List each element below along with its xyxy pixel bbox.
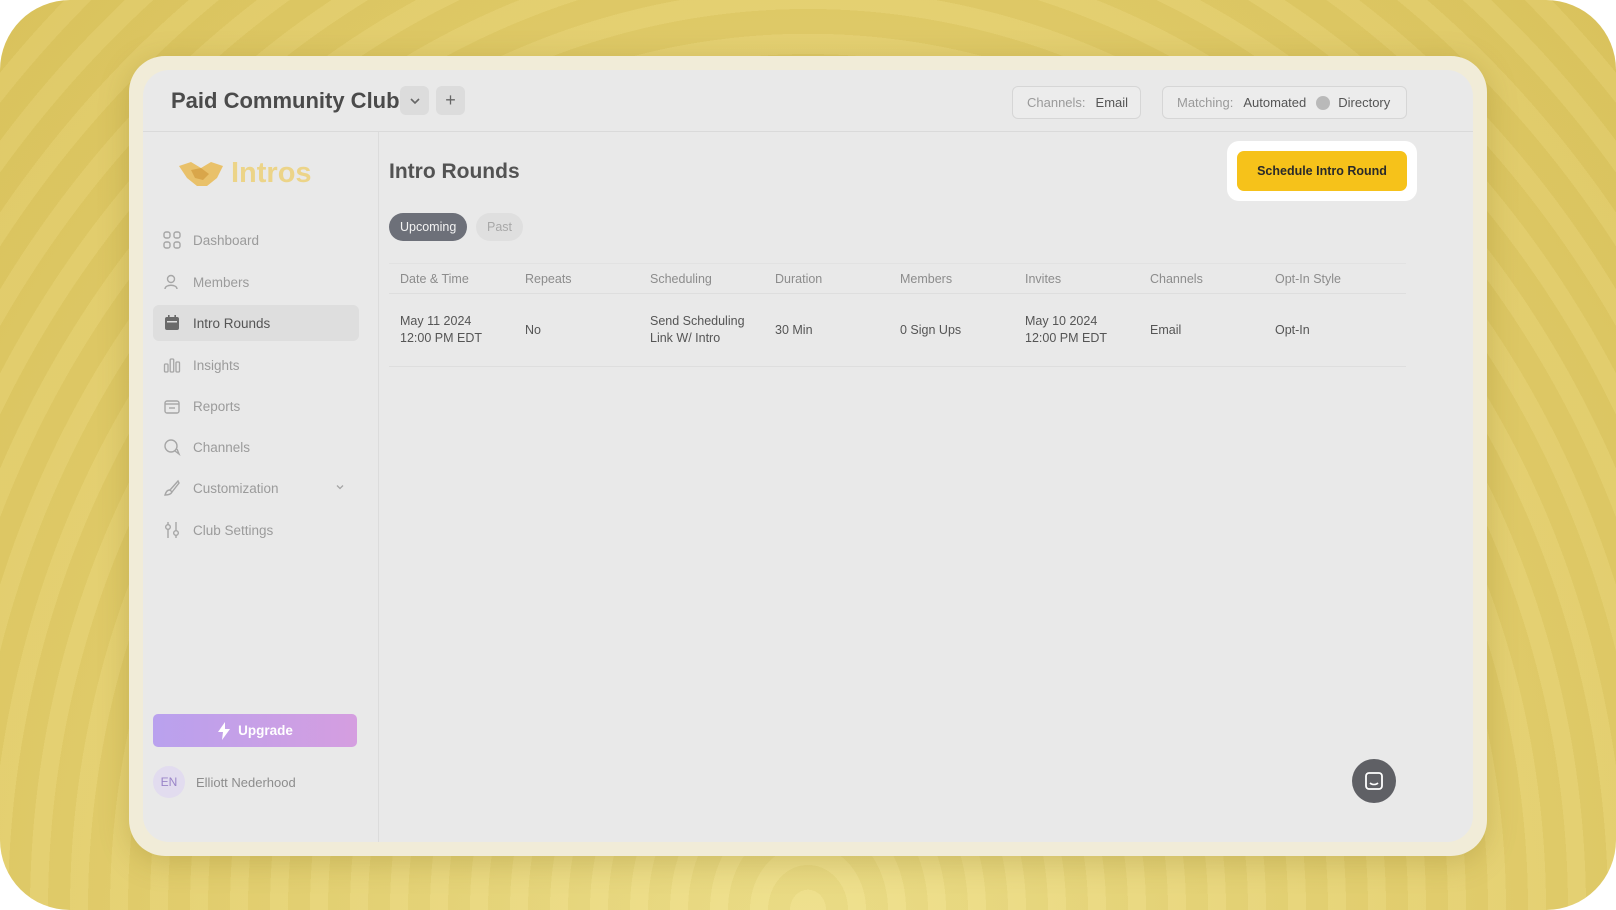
- time-line: 12:00 PM EDT: [400, 331, 482, 345]
- matching-value: Automated: [1243, 95, 1307, 110]
- handshake-icon: [179, 162, 223, 186]
- chat-launcher-button[interactable]: [1352, 759, 1396, 803]
- brush-icon: [163, 479, 181, 497]
- grid-icon: [163, 231, 181, 249]
- repeats-cell: No: [525, 322, 541, 337]
- chevron-down-icon: [335, 480, 345, 495]
- user-profile[interactable]: EN Elliott Nederhood: [153, 766, 296, 798]
- tab-past[interactable]: Past: [476, 213, 524, 241]
- channels-selector[interactable]: Channels: Email: [1012, 86, 1141, 119]
- sidebar-item-label: Club Settings: [193, 522, 274, 538]
- sidebar-item-channels[interactable]: Channels: [153, 429, 359, 465]
- sidebar-item-dashboard[interactable]: Dashboard: [153, 222, 359, 258]
- avatar: EN: [153, 766, 185, 798]
- column-header: Scheduling: [650, 271, 712, 286]
- matching-label: Matching:: [1177, 95, 1234, 110]
- members-cell: 0 Sign Ups: [900, 322, 962, 337]
- calendar-icon: [163, 314, 181, 332]
- schedule-intro-round-button[interactable]: Schedule Intro Round: [1237, 151, 1407, 191]
- invites-time-line: 12:00 PM EDT: [1025, 331, 1107, 345]
- logo-text: Intros: [231, 156, 312, 189]
- column-header: Repeats: [525, 271, 572, 286]
- date-time-cell: May 11 2024 12:00 PM EDT: [389, 313, 514, 347]
- tab-upcoming[interactable]: Upcoming: [389, 213, 468, 241]
- table-row[interactable]: May 11 2024 12:00 PM EDT No Send Schedul…: [389, 294, 1406, 367]
- invites-date-line: May 10 2024: [1025, 314, 1098, 328]
- sidebar-item-label: Customization: [193, 480, 279, 496]
- lightning-icon: [218, 721, 231, 740]
- users-icon: [163, 273, 181, 291]
- table-header: Date & Time Repeats Scheduling Duration …: [389, 263, 1406, 294]
- matching-alt-value: Directory: [1338, 95, 1391, 110]
- club-dropdown-button[interactable]: [400, 86, 429, 115]
- column-header: Channels: [1150, 271, 1203, 286]
- matching-toggle[interactable]: [1316, 95, 1331, 110]
- sidebar-item-club-settings[interactable]: Club Settings: [153, 512, 359, 548]
- chat-icon: [1365, 772, 1383, 790]
- top-bar: Paid Community Club + Channels: Email Ma…: [143, 70, 1473, 132]
- sidebar-item-members[interactable]: Members: [153, 264, 359, 300]
- sidebar-item-intro-rounds[interactable]: Intro Rounds: [153, 305, 359, 341]
- scheduling-line: Send Scheduling: [650, 314, 745, 328]
- sidebar-item-label: Intro Rounds: [193, 315, 271, 331]
- page-title: Intro Rounds: [389, 160, 520, 183]
- chevron-down-icon: [409, 97, 420, 104]
- add-club-button[interactable]: +: [436, 86, 465, 115]
- sidebar-item-label: Insights: [193, 357, 240, 373]
- optin-style-cell: Opt-In: [1275, 322, 1310, 337]
- sidebar-item-reports[interactable]: Reports: [153, 388, 359, 424]
- app-window: Paid Community Club + Channels: Email Ma…: [143, 70, 1473, 842]
- scheduling-cell: Send Scheduling Link W/ Intro: [639, 313, 764, 347]
- invites-cell: May 10 2024 12:00 PM EDT: [1014, 313, 1139, 347]
- user-name: Elliott Nederhood: [196, 774, 296, 790]
- intro-rounds-table: Date & Time Repeats Scheduling Duration …: [389, 263, 1406, 367]
- bar-chart-icon: [163, 356, 181, 374]
- scheduling-line: Link W/ Intro: [650, 331, 721, 345]
- sliders-icon: [163, 521, 181, 539]
- sidebar-item-label: Members: [193, 274, 250, 290]
- channels-label: Channels:: [1027, 95, 1086, 110]
- matching-selector[interactable]: Matching: Automated Directory: [1162, 86, 1407, 119]
- chat-bubbles-icon: [163, 438, 181, 456]
- column-header: Duration: [775, 271, 823, 286]
- club-title: Paid Community Club: [171, 88, 400, 113]
- sidebar-item-label: Dashboard: [193, 232, 260, 248]
- sidebar-item-insights[interactable]: Insights: [153, 347, 359, 383]
- duration-cell: 30 Min: [775, 322, 813, 337]
- channels-cell: Email: [1150, 322, 1182, 337]
- upgrade-label: Upgrade: [238, 723, 293, 738]
- app-logo[interactable]: Intros: [177, 156, 312, 190]
- sidebar: Intros Dashboard Members Intro Rounds In: [143, 132, 379, 842]
- column-header: Date & Time: [400, 271, 469, 286]
- date-line: May 11 2024: [400, 314, 472, 328]
- main-content: Intro Rounds: [379, 132, 1473, 842]
- column-header: Members: [900, 271, 953, 286]
- sidebar-item-customization[interactable]: Customization: [153, 470, 359, 506]
- channels-value: Email: [1095, 95, 1129, 110]
- sidebar-item-label: Reports: [193, 398, 241, 414]
- report-icon: [163, 397, 181, 415]
- column-header: Opt-In Style: [1275, 271, 1341, 286]
- sidebar-item-label: Channels: [193, 439, 251, 455]
- upgrade-button[interactable]: Upgrade: [153, 714, 357, 747]
- column-header: Invites: [1025, 271, 1062, 286]
